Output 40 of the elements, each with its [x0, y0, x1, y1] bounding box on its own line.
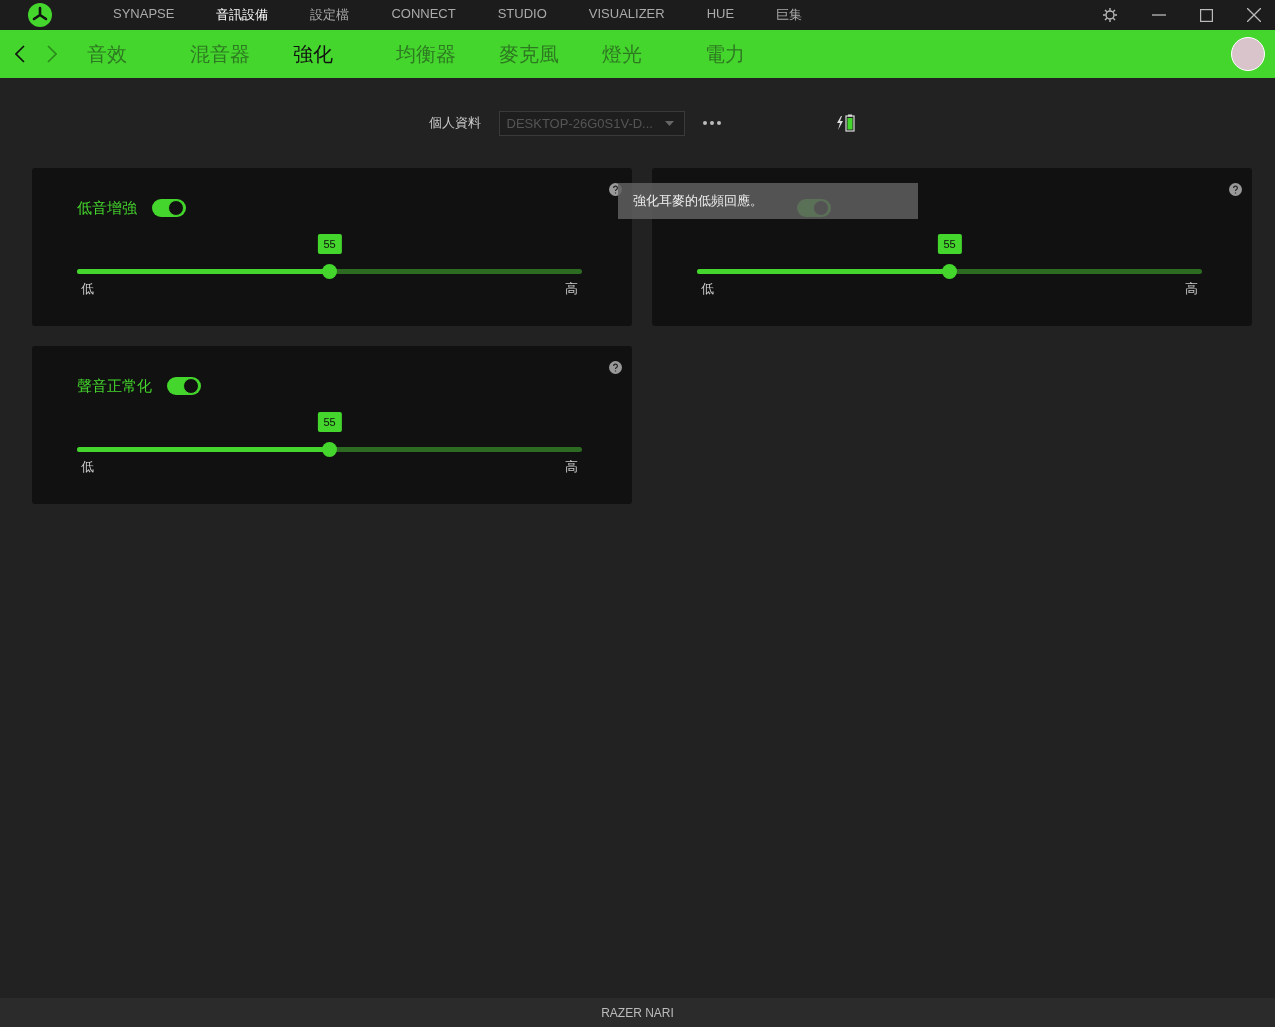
- nav-tab[interactable]: VISUALIZER: [567, 6, 686, 24]
- caret-icon: [664, 120, 674, 126]
- nav-tab[interactable]: 設定檔: [289, 6, 371, 24]
- settings-icon[interactable]: [1102, 7, 1118, 23]
- slider-track[interactable]: [77, 442, 582, 457]
- low-label: 低: [81, 458, 94, 476]
- maximize-icon[interactable]: [1200, 8, 1213, 22]
- slider-thumb[interactable]: [322, 442, 337, 457]
- high-label: 高: [1185, 280, 1198, 298]
- nav-tab[interactable]: 音訊設備: [195, 6, 290, 24]
- slider-track[interactable]: [77, 264, 582, 279]
- sub-tab[interactable]: 強化: [293, 40, 396, 68]
- nav-tab[interactable]: 巨集: [755, 6, 824, 24]
- slider-value: 55: [937, 234, 962, 254]
- low-label: 低: [81, 280, 94, 298]
- slider-thumb[interactable]: [942, 264, 957, 279]
- high-label: 高: [565, 458, 578, 476]
- setting-title: 低音增強: [77, 198, 137, 218]
- setting-title: 聲音正常化: [77, 376, 152, 396]
- nav-tab[interactable]: HUE: [685, 6, 756, 24]
- close-icon[interactable]: [1247, 8, 1261, 22]
- slider-thumb[interactable]: [322, 264, 337, 279]
- device-name: RAZER NARI: [0, 998, 1275, 1027]
- high-label: 高: [565, 280, 578, 298]
- nav-tab[interactable]: STUDIO: [476, 6, 568, 24]
- more-icon[interactable]: [702, 121, 721, 125]
- battery-charging-icon: [835, 114, 856, 132]
- nav-tab[interactable]: SYNAPSE: [92, 6, 196, 24]
- slider-value: 55: [317, 412, 342, 432]
- logo-icon: [28, 3, 52, 27]
- help-icon[interactable]: [609, 361, 622, 374]
- low-label: 低: [701, 280, 714, 298]
- slider-value: 55: [317, 234, 342, 254]
- profile-label: 個人資料: [428, 114, 481, 132]
- tooltip: 強化耳麥的低頻回應。: [618, 183, 918, 219]
- help-icon[interactable]: [1229, 183, 1242, 196]
- slider-track[interactable]: [697, 264, 1202, 279]
- nav-tab[interactable]: CONNECT: [370, 6, 477, 24]
- toggle-switch[interactable]: [167, 377, 201, 395]
- toggle-switch[interactable]: [152, 199, 186, 217]
